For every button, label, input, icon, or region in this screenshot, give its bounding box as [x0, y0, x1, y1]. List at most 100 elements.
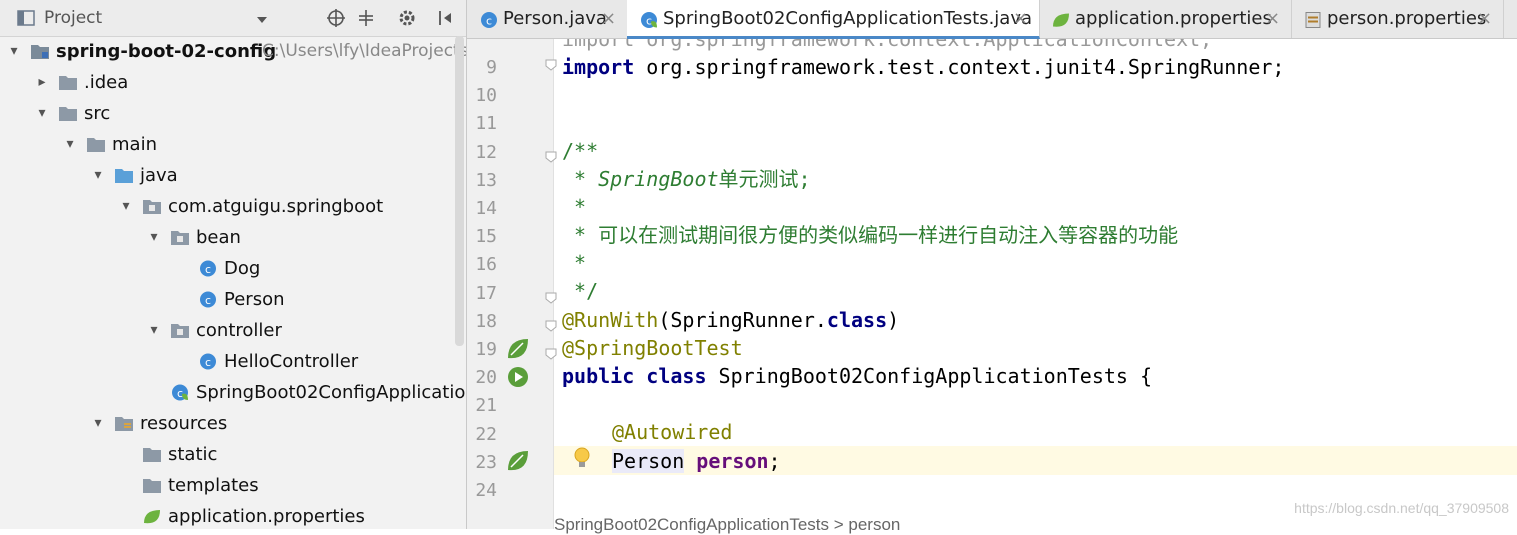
expand-arrow-icon[interactable]: ▾: [6, 36, 22, 67]
intention-bulb-icon[interactable]: [572, 446, 592, 472]
code-line-18: @RunWith(SpringRunner.class): [562, 306, 899, 334]
spring-properties-icon: [1053, 13, 1069, 27]
source-folder-icon: [115, 169, 133, 183]
expand-arrow-icon[interactable]: ▾: [118, 191, 134, 222]
code-line-23: Person person;: [612, 447, 781, 475]
line-number: 17: [475, 282, 497, 304]
tree-item-hellocontroller[interactable]: c HelloController: [0, 346, 466, 377]
tree-item-application-properties[interactable]: application.properties: [0, 501, 466, 529]
code-line-13: * SpringBoot单元测试;: [562, 165, 811, 193]
tree-item-static[interactable]: static: [0, 439, 466, 470]
expand-arrow-icon[interactable]: ▾: [146, 222, 162, 253]
tab-person-properties[interactable]: person.properties ×: [1291, 0, 1504, 38]
line-number: 22: [475, 423, 497, 445]
code-text: SpringBoot02ConfigApplicationTests {: [706, 364, 1153, 388]
close-icon[interactable]: ×: [1477, 0, 1492, 38]
class-icon: c: [200, 291, 216, 308]
class-icon: c: [200, 260, 216, 277]
expand-arrow-icon[interactable]: ▾: [62, 129, 78, 160]
chevron-down-icon[interactable]: [252, 10, 272, 30]
code-text: import org.springframework.context.Appli…: [562, 39, 1213, 51]
tree-item-spring-boot-02-config[interactable]: ▾ spring-boot-02-config C:\Users\lfy\IdeaP…: [0, 36, 466, 67]
tree-item-resources[interactable]: ▾ resources: [0, 408, 466, 439]
tree-item-controller[interactable]: ▾ controller: [0, 315, 466, 346]
line-number: 15: [475, 226, 497, 248]
code-text: org.springframework.test.context.junit4.…: [634, 55, 1285, 79]
tree-item-templates[interactable]: templates: [0, 470, 466, 501]
keyword: class: [826, 308, 888, 332]
line-number: 9: [486, 57, 497, 78]
close-icon[interactable]: ×: [1265, 0, 1280, 38]
collapse-all-icon[interactable]: [356, 8, 376, 28]
annotation: @Autowired: [612, 420, 733, 444]
expand-arrow-icon[interactable]: ▾: [34, 98, 50, 129]
tree-item-dog[interactable]: c Dog: [0, 253, 466, 284]
tab-label: SpringBoot02ConfigApplicationTests.java: [663, 8, 1033, 29]
module-folder-icon: [31, 45, 49, 59]
line-number: 23: [475, 451, 497, 473]
tab-label: application.properties: [1075, 8, 1272, 29]
expand-arrow-icon[interactable]: ▾: [90, 408, 106, 439]
tree-item-person[interactable]: c Person: [0, 284, 466, 315]
tree-item-label: bean: [196, 227, 241, 248]
keyword: import: [562, 55, 635, 79]
tree-item-java[interactable]: ▾ java: [0, 160, 466, 191]
close-icon[interactable]: ×: [1013, 0, 1028, 38]
svg-text:c: c: [177, 387, 183, 400]
tree-item-label: templates: [168, 475, 259, 496]
line-number: 18: [475, 310, 497, 332]
tab-application-properties[interactable]: application.properties ×: [1039, 0, 1292, 38]
tree-item-label: SpringBoot02ConfigApplication: [196, 382, 467, 403]
project-view-title[interactable]: Project: [44, 8, 102, 28]
close-icon[interactable]: ×: [601, 0, 616, 38]
collapse-arrow-icon[interactable]: ▸: [34, 67, 50, 98]
svg-text:c: c: [205, 294, 211, 307]
tree-item-com-atguigu-springboot[interactable]: ▾ com.atguigu.springboot: [0, 191, 466, 222]
code-line-19: @SpringBootTest: [562, 334, 743, 362]
tree-item-src[interactable]: ▾ src: [0, 98, 466, 129]
line-number: 19: [475, 339, 497, 360]
code-editor[interactable]: import org.springframework.context.Appli…: [554, 39, 1517, 529]
line-number: 14: [475, 198, 497, 219]
folder-icon: [59, 107, 77, 121]
run-test-icon[interactable]: [505, 364, 531, 390]
spring-bean-icon[interactable]: [505, 336, 531, 362]
tree-item-label: main: [112, 134, 157, 155]
line-number: 10: [475, 85, 497, 107]
code-line-15: * 可以在测试期间很方便的类似编码一样进行自动注入等容器的功能: [562, 221, 1178, 249]
spring-class-icon: c: [172, 384, 188, 401]
tab-person-java[interactable]: c Person.java ×: [467, 0, 628, 38]
hide-panel-icon[interactable]: [436, 8, 456, 28]
tab-springboot02configapplicationtests-java[interactable]: c SpringBoot02ConfigApplicationTests.java…: [627, 0, 1040, 39]
tree-item--idea[interactable]: ▸ .idea: [0, 67, 466, 98]
project-tool-window: Project ▾ spring-boot-02-config C:\Users\l…: [0, 0, 467, 529]
expand-arrow-icon[interactable]: ▾: [146, 315, 162, 346]
svg-text:c: c: [205, 263, 211, 276]
tab-label: Person.java: [503, 8, 607, 29]
spring-autowired-icon[interactable]: [505, 448, 531, 474]
expand-arrow-icon[interactable]: ▾: [90, 160, 106, 191]
comment-text: /**: [562, 139, 599, 163]
comment-text: *: [562, 251, 587, 275]
spring-test-class-icon: c: [641, 12, 657, 28]
gear-icon[interactable]: [397, 8, 417, 28]
code-line-14: *: [562, 193, 586, 221]
code-text: (SpringRunner.: [658, 308, 827, 332]
tree-item-label: Dog: [224, 258, 261, 279]
comment-italic-text: SpringBoot: [598, 167, 719, 191]
tree-item-main[interactable]: ▾ main: [0, 129, 466, 160]
line-number: 20: [475, 367, 497, 389]
tree-item-label: static: [168, 444, 218, 465]
tree-item-bean[interactable]: ▾ bean: [0, 222, 466, 253]
tree-item-label: HelloController: [224, 351, 359, 372]
project-view-icon[interactable]: [16, 8, 36, 28]
tree-scrollbar[interactable]: [455, 36, 464, 346]
editor-breadcrumb[interactable]: SpringBoot02ConfigApplicationTests > per…: [554, 515, 900, 535]
tree-item-springboot02configapplication[interactable]: c SpringBoot02ConfigApplication: [0, 377, 466, 408]
properties-icon: [1305, 12, 1321, 28]
line-number: 13: [475, 169, 497, 191]
module-path-label: C:\Users\lfy\IdeaProjects: [262, 41, 467, 61]
locate-file-icon[interactable]: [326, 8, 346, 28]
tree-item-label: controller: [196, 320, 282, 341]
code-line-9: import org.springframework.test.context.…: [562, 53, 1284, 81]
